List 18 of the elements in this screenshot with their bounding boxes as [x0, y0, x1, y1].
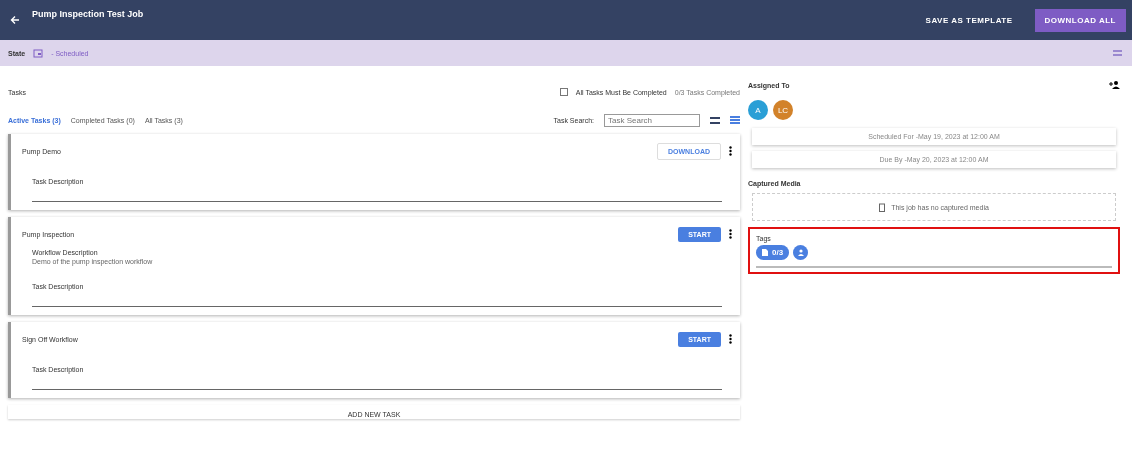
user-avatar: A: [748, 100, 768, 120]
add-tag-button[interactable]: [793, 245, 809, 260]
list-view-icon[interactable]: [710, 116, 720, 124]
save-template-button[interactable]: SAVE AS TEMPLATE: [915, 8, 1023, 32]
clipboard-icon: [879, 202, 886, 212]
more-options-icon[interactable]: [729, 229, 732, 239]
more-options-icon[interactable]: [729, 334, 732, 344]
detailed-list-icon[interactable]: [730, 116, 740, 124]
calendar-icon: [33, 48, 44, 58]
checkbox[interactable]: [559, 88, 568, 96]
back-arrow-icon[interactable]: [10, 15, 20, 25]
more-options-icon[interactable]: [729, 146, 732, 156]
tag-chip[interactable]: 0/3: [756, 245, 790, 260]
user-avatar: LC: [773, 100, 793, 120]
job-title: Pump Inspection Test Job: [32, 9, 145, 19]
task-search-field[interactable]: Task Search: [604, 113, 700, 127]
document-icon: [762, 249, 768, 256]
download-all-button[interactable]: DOWNLOAD ALL: [1034, 8, 1126, 32]
